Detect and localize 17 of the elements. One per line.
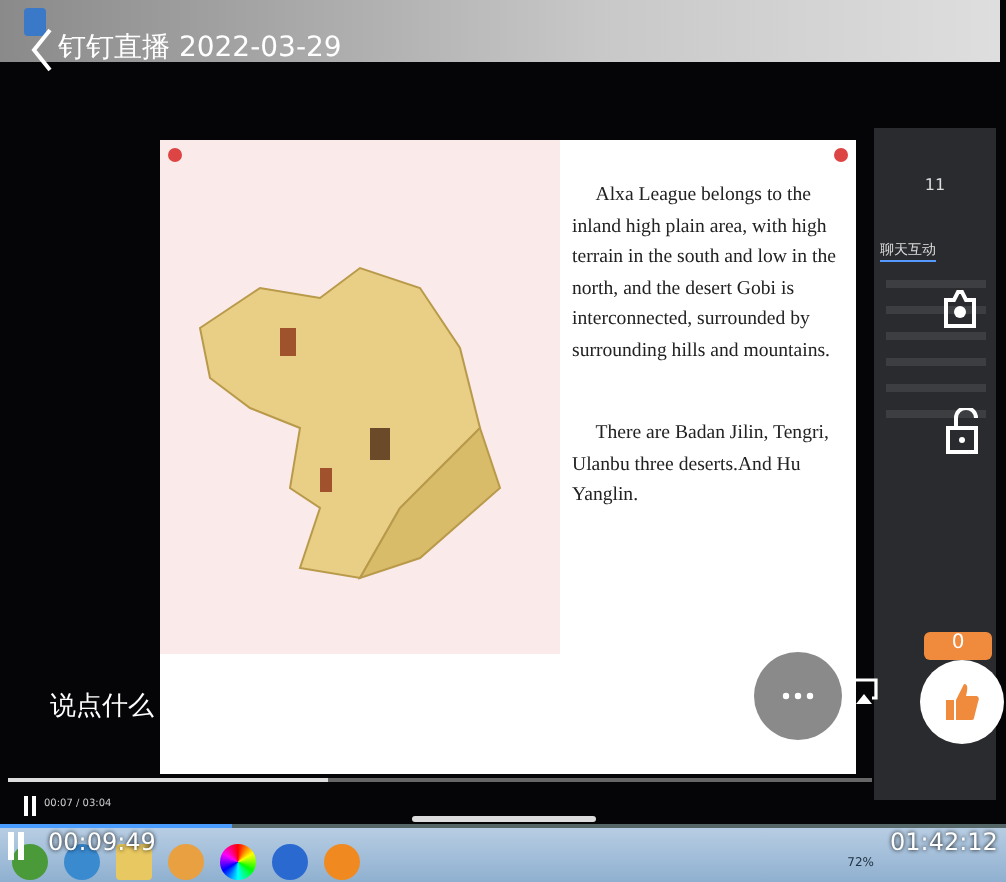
elapsed-time: 00:09:49 xyxy=(48,828,156,856)
slide-marker-icon xyxy=(834,148,848,162)
back-icon[interactable] xyxy=(30,28,54,72)
unlock-icon[interactable] xyxy=(944,408,984,456)
stream-title: 钉钉直播 2022-03-29 xyxy=(58,30,342,66)
pause-icon[interactable] xyxy=(24,796,36,816)
comment-field[interactable]: 说点什么 xyxy=(50,688,154,724)
camera-icon[interactable] xyxy=(940,286,980,330)
app-icon[interactable] xyxy=(220,843,256,879)
slide-paragraph: Alxa League belongs to the inland high plain area, with high terrain in the south and low in the north, and the desert Gobi is interconnected, surrounded by surrounding hills and mountains. xyxy=(572,182,838,365)
like-count: 0 xyxy=(924,632,992,660)
more-icon xyxy=(782,692,814,700)
file-icon xyxy=(24,8,46,36)
thumbs-up-icon xyxy=(944,682,980,722)
slide-paragraph: There are Badan Jilin, Tengri, Ulanbu three deserts.And Hu Yanglin. xyxy=(572,420,831,510)
remaining-time: 01:42:12 xyxy=(890,828,998,856)
viewer-count: 11 xyxy=(924,176,946,194)
